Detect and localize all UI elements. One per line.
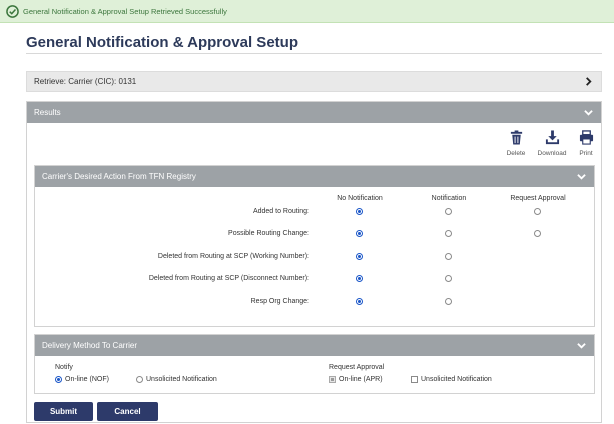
page-title: General Notification & Approval Setup — [26, 34, 298, 51]
results-header[interactable]: Results — [27, 102, 601, 123]
print-button[interactable]: Print — [571, 130, 601, 157]
radio-resp-org-notification[interactable] — [445, 298, 452, 305]
request-approval-label: Request Approval — [329, 364, 385, 371]
print-label: Print — [579, 150, 593, 157]
trash-icon — [510, 130, 522, 145]
approval-online-label: On-line (APR) — [339, 376, 383, 383]
download-icon — [545, 130, 559, 145]
approval-unsolicited-checkbox[interactable] — [411, 376, 418, 383]
radio-possible-notification[interactable] — [445, 230, 452, 237]
results-label: Results — [34, 108, 61, 117]
chevron-down-icon[interactable] — [577, 172, 586, 181]
download-label: Download — [537, 150, 567, 157]
row-label-resp-org-change: Resp Org Change: — [250, 298, 309, 305]
title-divider — [26, 53, 602, 54]
retrieve-label: Retrieve: Carrier (CIC): 0131 — [34, 77, 137, 86]
delivery-method-header[interactable]: Delivery Method To Carrier — [35, 335, 594, 356]
radio-deleted-working-notification[interactable] — [445, 253, 452, 260]
approval-unsolicited-label: Unsolicited Notification — [421, 376, 492, 383]
radio-deleted-disconnect-no-notification[interactable] — [356, 275, 363, 282]
chevron-down-icon[interactable] — [577, 341, 586, 350]
row-label-possible-routing-change: Possible Routing Change: — [228, 230, 309, 237]
approval-online-option: On-line (APR) — [329, 376, 383, 383]
row-label-added-to-routing: Added to Routing: — [252, 208, 309, 215]
radio-deleted-working-no-notification[interactable] — [356, 253, 363, 260]
delivery-method-title: Delivery Method To Carrier — [42, 341, 137, 350]
radio-added-notification[interactable] — [445, 208, 452, 215]
cancel-button[interactable]: Cancel — [97, 402, 158, 421]
chevron-down-icon[interactable] — [584, 108, 593, 117]
submit-button[interactable]: Submit — [34, 402, 93, 421]
column-header-notification: Notification — [431, 195, 467, 202]
tfn-registry-title: Carrier's Desired Action From TFN Regist… — [42, 172, 196, 181]
success-banner: General Notification & Approval Setup Re… — [0, 0, 614, 23]
approval-unsolicited-option[interactable]: Unsolicited Notification — [411, 376, 492, 383]
notify-label: Notify — [55, 364, 73, 371]
radio-possible-request-approval[interactable] — [534, 230, 541, 237]
column-header-no-notification: No Notification — [337, 195, 383, 202]
chevron-right-icon[interactable] — [584, 77, 593, 86]
radio-possible-no-notification[interactable] — [356, 230, 363, 237]
radio-deleted-disconnect-notification[interactable] — [445, 275, 452, 282]
tfn-registry-header[interactable]: Carrier's Desired Action From TFN Regist… — [35, 166, 594, 187]
delivery-method-panel: Delivery Method To Carrier Notify On-lin… — [34, 334, 595, 394]
notify-online-option[interactable]: On-line (NOF) — [55, 376, 109, 383]
approval-online-checkbox — [329, 376, 336, 383]
check-circle-icon — [6, 4, 19, 18]
radio-added-request-approval[interactable] — [534, 208, 541, 215]
retrieve-section-header[interactable]: Retrieve: Carrier (CIC): 0131 — [26, 71, 602, 92]
success-message: General Notification & Approval Setup Re… — [23, 6, 227, 16]
radio-added-no-notification[interactable] — [356, 208, 363, 215]
notify-unsolicited-radio[interactable] — [136, 376, 143, 383]
delete-button[interactable]: Delete — [501, 130, 531, 157]
tfn-registry-panel: Carrier's Desired Action From TFN Regist… — [34, 165, 595, 327]
printer-icon — [579, 130, 593, 145]
radio-resp-org-no-notification[interactable] — [356, 298, 363, 305]
download-button[interactable]: Download — [537, 130, 567, 157]
results-section: Results Delete Download Print Carrier's … — [26, 101, 602, 423]
row-label-deleted-working: Deleted from Routing at SCP (Working Num… — [157, 253, 309, 260]
notify-unsolicited-label: Unsolicited Notification — [146, 376, 217, 383]
notify-online-label: On-line (NOF) — [65, 376, 109, 383]
notify-online-radio[interactable] — [55, 376, 62, 383]
notify-unsolicited-option[interactable]: Unsolicited Notification — [136, 376, 217, 383]
row-label-deleted-disconnect: Deleted from Routing at SCP (Disconnect … — [148, 275, 309, 282]
column-header-request-approval: Request Approval — [510, 195, 566, 202]
delete-label: Delete — [506, 150, 526, 157]
